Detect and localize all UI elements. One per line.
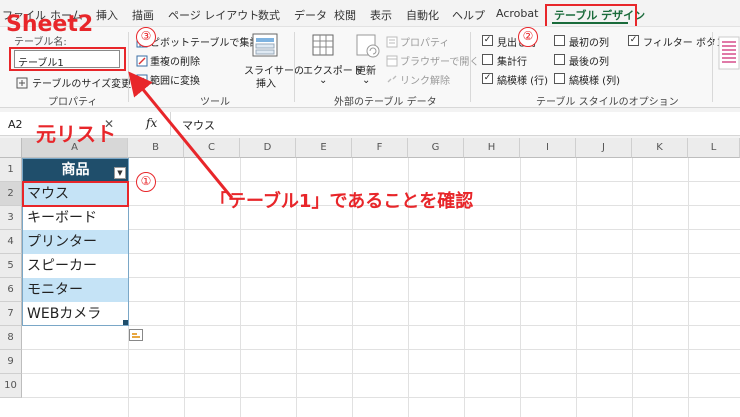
annotation-arrow [128,71,234,199]
excel-window: ファイル ホーム 挿入 描画 ページ レイアウト 数式 データ 校閲 表示 自動… [0,0,740,417]
